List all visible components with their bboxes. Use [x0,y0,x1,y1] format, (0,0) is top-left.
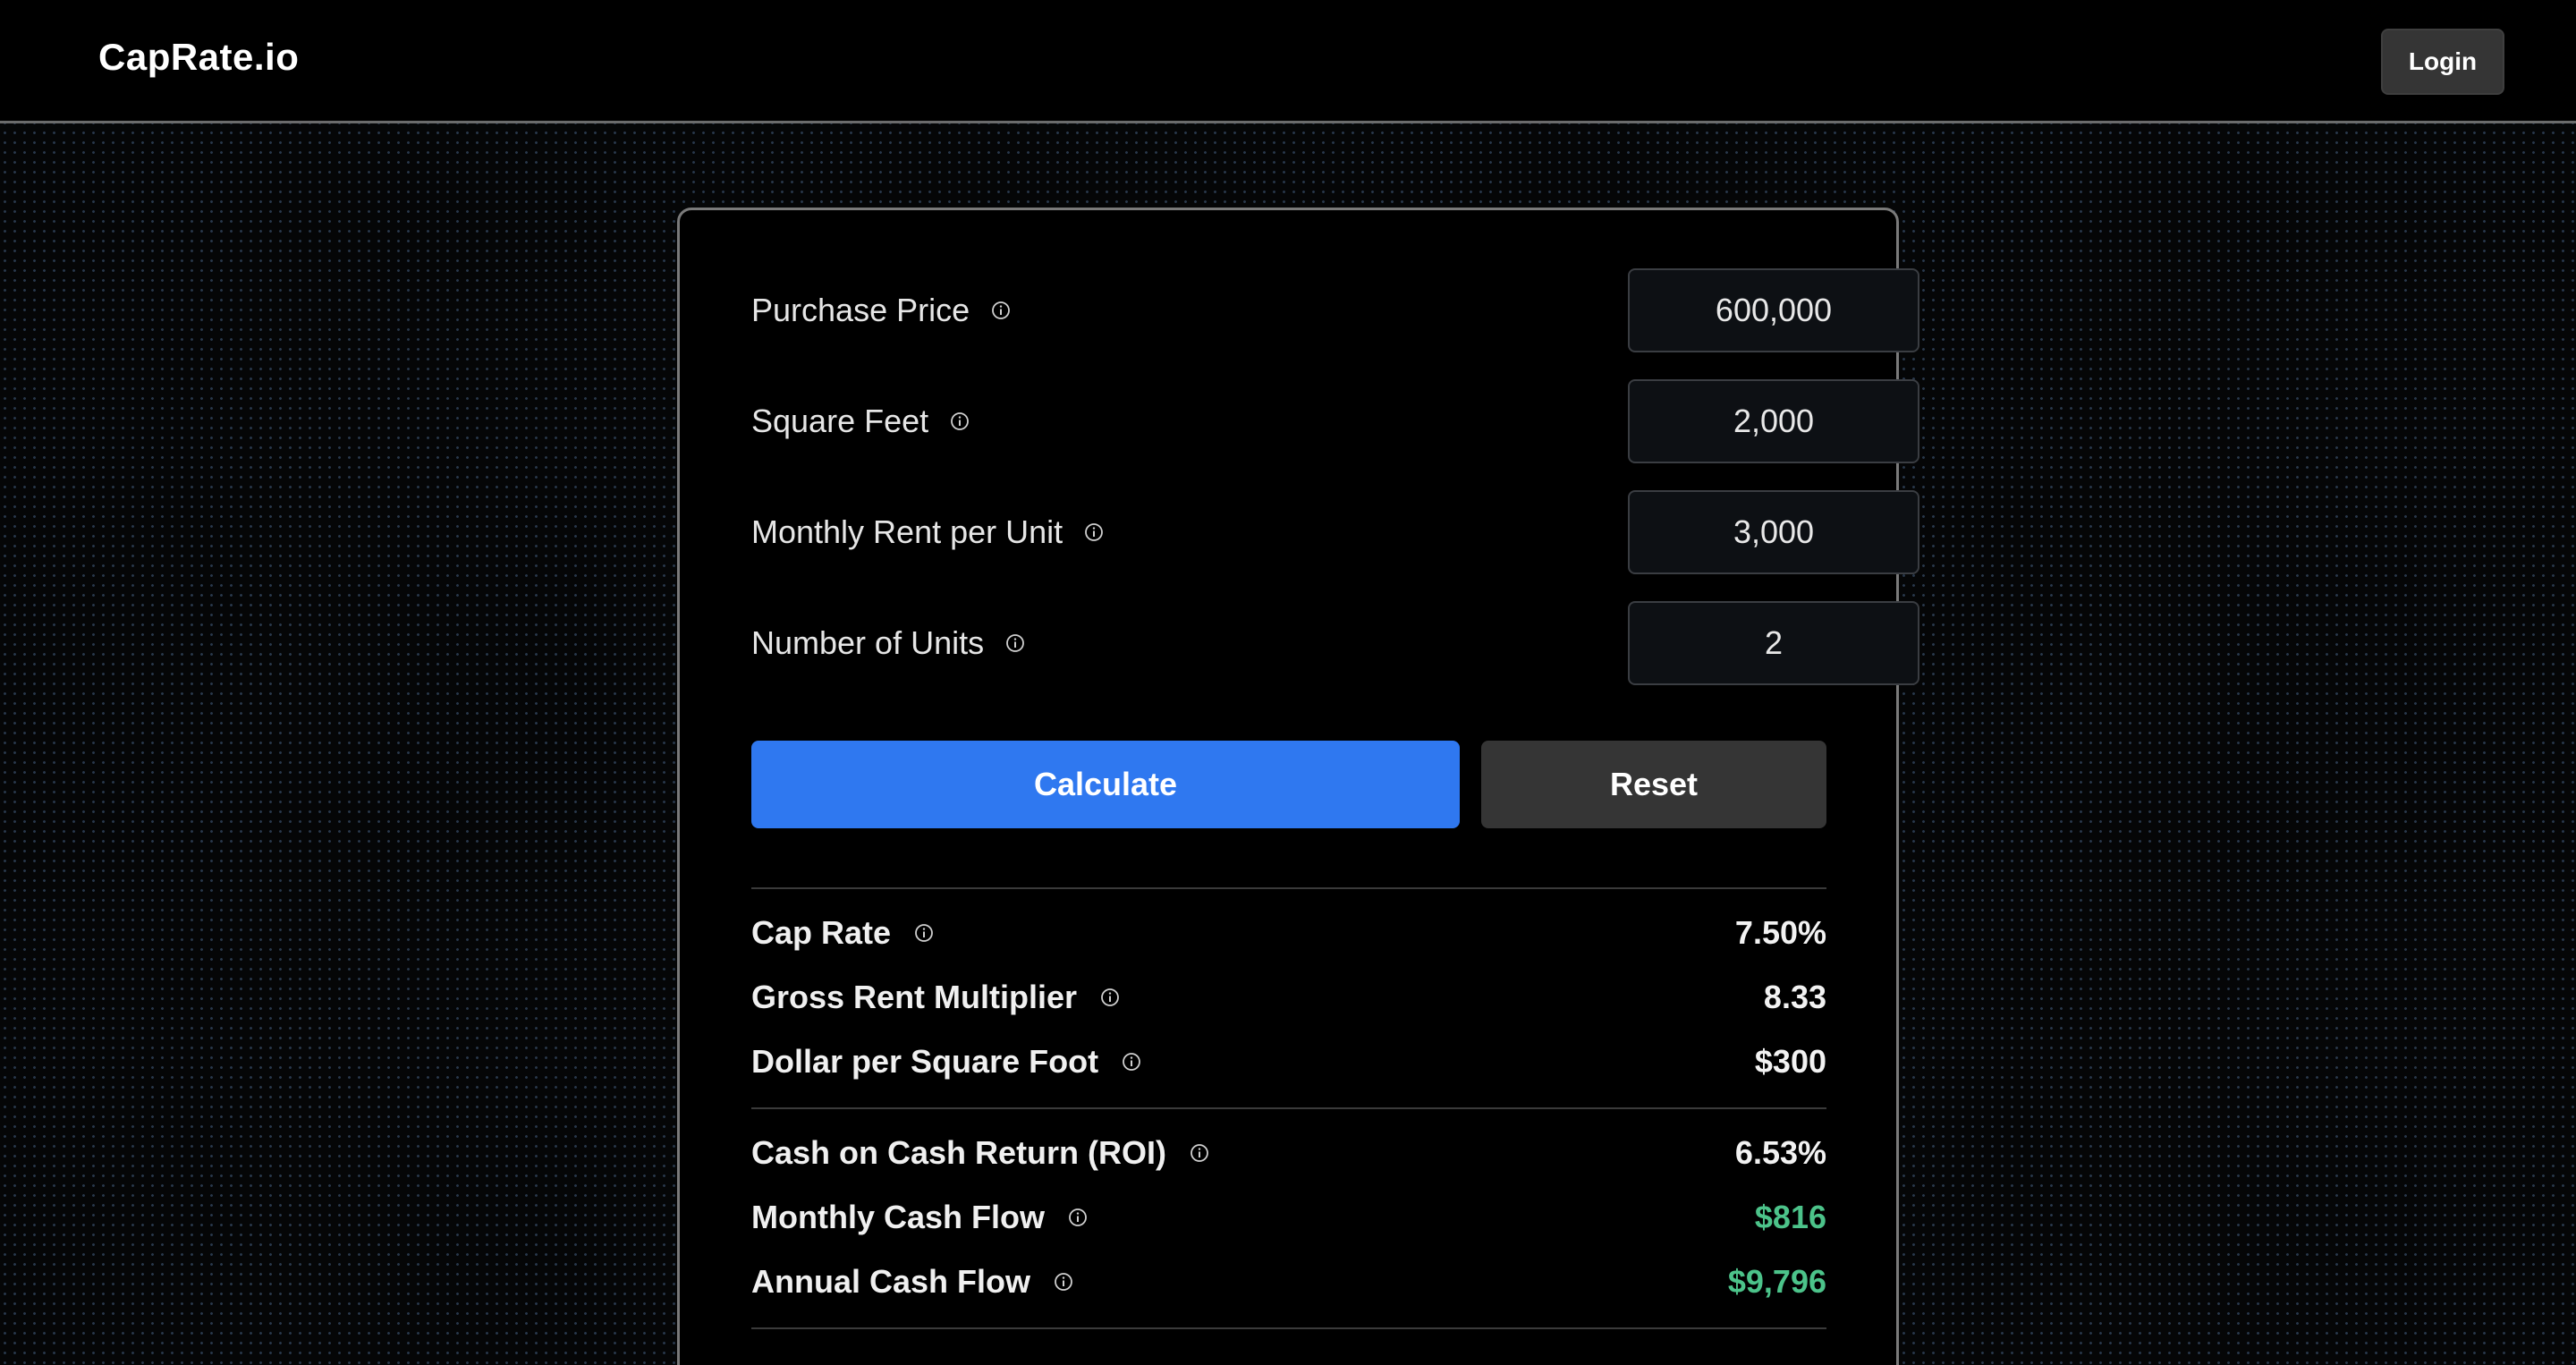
gross-rent-multiplier-label: Gross Rent Multiplier [751,979,1078,1015]
info-icon[interactable] [950,411,970,431]
info-icon[interactable] [1190,1143,1209,1163]
info-icon[interactable] [1054,1272,1073,1292]
calculate-button[interactable]: Calculate [751,741,1460,828]
brand-logo[interactable]: CapRate.io [98,36,299,79]
square-feet-row: Square Feet [751,379,1919,463]
gross-rent-multiplier-value: 8.33 [1763,979,1826,1015]
top-navbar: CapRate.io Login [0,0,2576,123]
annual-cash-flow-label: Annual Cash Flow [751,1263,1031,1300]
cash-on-cash-label: Cash on Cash Return (ROI) [751,1134,1167,1171]
dollar-per-sqft-row: Dollar per Square Foot $300 [751,1039,1826,1085]
info-icon[interactable] [1100,988,1120,1007]
annual-cash-flow-value: $9,796 [1727,1263,1826,1300]
dollar-per-sqft-label: Dollar per Square Foot [751,1043,1099,1080]
info-icon[interactable] [1122,1052,1141,1072]
number-of-units-row: Number of Units [751,601,1919,685]
monthly-cash-flow-row: Monthly Cash Flow $816 [751,1194,1826,1241]
dollar-per-sqft-value: $300 [1754,1043,1826,1080]
divider [751,1327,1826,1329]
monthly-rent-input[interactable] [1628,490,1919,574]
gross-rent-multiplier-row: Gross Rent Multiplier 8.33 [751,974,1826,1021]
purchase-price-input[interactable] [1628,268,1919,352]
info-icon[interactable] [1005,633,1025,653]
purchase-price-label: Purchase Price [751,292,970,328]
cap-rate-row: Cap Rate 7.50% [751,910,1826,956]
square-feet-input[interactable] [1628,379,1919,463]
login-button[interactable]: Login [2381,29,2504,95]
number-of-units-input[interactable] [1628,601,1919,685]
monthly-cash-flow-value: $816 [1754,1199,1826,1235]
cap-rate-label: Cap Rate [751,914,892,951]
info-icon[interactable] [1084,522,1104,542]
cash-on-cash-row: Cash on Cash Return (ROI) 6.53% [751,1130,1826,1176]
square-feet-label: Square Feet [751,403,929,439]
divider [751,887,1826,889]
calculator-card: Purchase Price Square Feet Monthly Rent … [677,208,1919,1365]
page: CapRate.io Login Purchase Price Square F… [0,0,2576,1365]
monthly-rent-label: Monthly Rent per Unit [751,513,1063,550]
info-icon[interactable] [1068,1208,1088,1227]
info-icon[interactable] [914,923,934,943]
monthly-cash-flow-label: Monthly Cash Flow [751,1199,1045,1235]
cap-rate-value: 7.50% [1734,914,1826,951]
reset-button[interactable]: Reset [1481,741,1826,828]
info-icon[interactable] [991,301,1011,320]
cash-on-cash-value: 6.53% [1734,1134,1826,1171]
purchase-price-row: Purchase Price [751,268,1919,352]
monthly-rent-row: Monthly Rent per Unit [751,490,1919,574]
number-of-units-label: Number of Units [751,624,985,661]
annual-cash-flow-row: Annual Cash Flow $9,796 [751,1259,1826,1305]
divider [751,1107,1826,1109]
